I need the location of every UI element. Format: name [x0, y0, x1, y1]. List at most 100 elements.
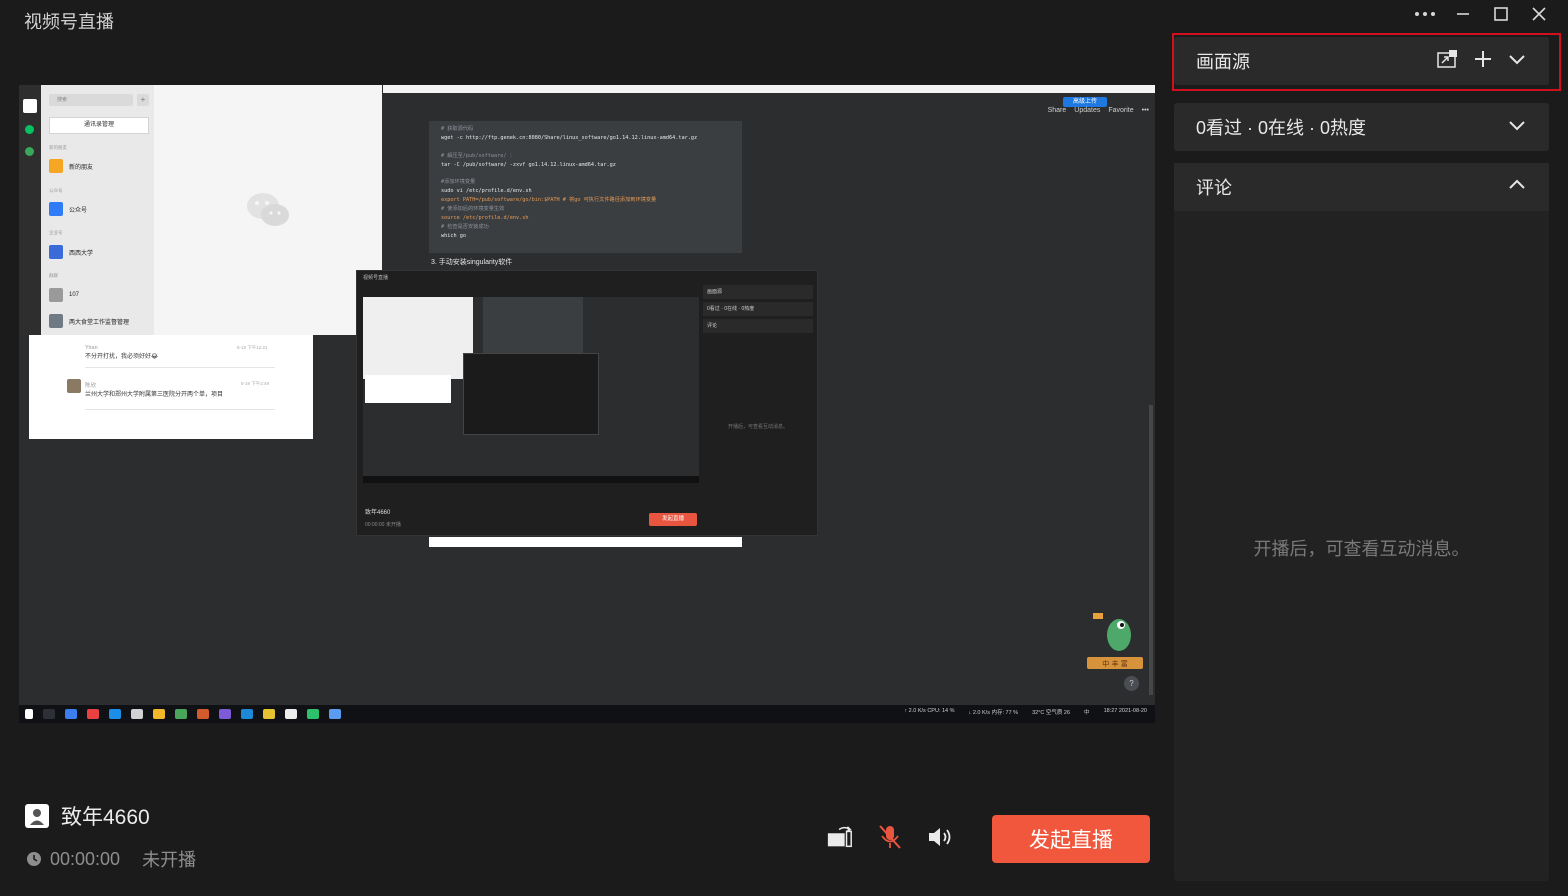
close-button[interactable]	[1520, 2, 1558, 26]
code-line: # 获取源代码	[441, 126, 474, 132]
live-status: 未开播	[142, 850, 197, 870]
add-source-button[interactable]	[1473, 49, 1493, 74]
preview-code-block: # 获取源代码 wget -c http://ftp.genek.cn:8080…	[429, 121, 742, 253]
chat-time: 8-19 下午12:21	[237, 345, 268, 350]
avatar-icon	[30, 809, 44, 825]
wechat-item: 公众号	[49, 202, 87, 216]
source-expand-button[interactable]	[1507, 49, 1527, 74]
wechat-search: 搜索	[49, 94, 133, 106]
preview-wechat-window: 搜索 + 通讯录管理 新的朋友 新的朋友 公众号 公众号 企业号 西西大学 群聊…	[19, 85, 382, 335]
comment-collapse-button[interactable]	[1507, 175, 1527, 200]
code-line: # 检查是否安装成功	[441, 223, 489, 230]
minimize-icon	[1457, 13, 1469, 15]
comment-label: 评论	[1196, 178, 1232, 198]
preview-chat-panel: Yiran 不分开打扰，我必须好好😂 8-19 下午12:21 陈欣 兰州大学和…	[29, 335, 313, 439]
chevron-down-icon	[1509, 54, 1525, 64]
live-preview: 高级上传 Share Updates Favorite ••• # 获取源代码 …	[19, 85, 1155, 723]
plus-icon	[1475, 50, 1491, 67]
preview-ide-actions: Share Updates Favorite •••	[1048, 107, 1149, 114]
nested-title: 视频号直播	[363, 275, 389, 281]
mic-muted-icon	[879, 825, 901, 849]
speaker-icon	[929, 828, 951, 846]
wechat-avatar	[23, 99, 37, 113]
source-panel-header[interactable]: 画面源	[1174, 37, 1549, 85]
wechat-item: 107	[49, 288, 79, 302]
broadcaster-row: 致年4660	[25, 801, 150, 831]
rotate-screen-button[interactable]	[826, 823, 854, 851]
nested-screen	[363, 297, 699, 483]
broadcaster-name: 致年4660	[61, 806, 150, 829]
source-panel: 画面源	[1174, 37, 1549, 85]
chat-time: 8-19 下午2:49	[241, 381, 270, 386]
code-line: wget -c http://ftp.genek.cn:8080/Share/l…	[441, 134, 698, 141]
help-icon: ?	[1124, 676, 1139, 691]
nested-hint: 开播后，可查看互动消息。	[727, 424, 788, 430]
wechat-rail	[19, 85, 41, 335]
source-label: 画面源	[1196, 52, 1250, 72]
taskbar-tray: ↑ 2.0 K/s CPU: 14 % ↓ 2.0 K/s 内存: 77 % 3…	[904, 708, 1147, 716]
speaker-button[interactable]	[926, 823, 954, 851]
minimize-button[interactable]	[1444, 2, 1482, 26]
code-line: # 使添加后的环境变量生效	[441, 206, 505, 213]
popout-source-button[interactable]	[1437, 49, 1459, 74]
chat-message: Yiran 不分开打扰，我必须好好😂	[85, 345, 159, 360]
timer-row: 00:00:00 未开播	[26, 846, 196, 872]
code-line: sudo vi /etc/profile.d/env.sh	[441, 188, 532, 195]
chevron-down-icon	[1509, 120, 1525, 130]
maximize-button[interactable]	[1482, 2, 1520, 26]
window-controls	[1406, 2, 1558, 26]
code-line: export PATH=/pub/software/go/bin:$PATH #…	[441, 197, 657, 204]
wechat-item: 西西大学	[49, 245, 93, 259]
preview-strip	[429, 537, 742, 547]
preview-share-button: 高级上传	[1063, 97, 1107, 107]
clock-icon	[27, 852, 41, 866]
wechat-section: 企业号	[49, 230, 63, 235]
wechat-logo-icon	[247, 193, 289, 226]
chat-message: 陈欣 兰州大学和郑州大学附属第三医院分开两个单，项目	[85, 383, 224, 398]
code-line: tar -C /pub/software/ -zxvf go1.14.12.li…	[441, 161, 616, 168]
svg-text:中 丰 富: 中 丰 富	[1102, 659, 1127, 668]
nested-comment: 评论	[703, 319, 813, 333]
live-controls	[826, 823, 954, 851]
code-line: which go	[441, 232, 466, 239]
wechat-section: 群聊	[49, 273, 58, 278]
preview-nested-window: 视频号直播 画面源 0看过 · 0在线 · 0热度 评论 开播后，可查看互动消息…	[356, 270, 818, 536]
wechat-plus: +	[137, 94, 149, 106]
rotate-screen-icon	[827, 826, 852, 848]
preview-action: •••	[1141, 107, 1149, 114]
nested-stats: 0看过 · 0在线 · 0热度	[703, 302, 813, 316]
comment-panel-header[interactable]: 评论	[1174, 163, 1549, 211]
maximize-icon	[1494, 7, 1508, 21]
comment-panel: 评论 开播后，可查看互动消息。	[1174, 163, 1549, 881]
app-title: 视频号直播	[24, 12, 114, 32]
preview-action: Favorite	[1108, 107, 1134, 114]
wechat-contacts-button: 通讯录管理	[49, 117, 149, 134]
more-button[interactable]	[1406, 2, 1444, 26]
close-icon	[1532, 7, 1546, 21]
preview-action: Share	[1047, 107, 1067, 114]
mascot-icon: 中 丰 富	[1087, 613, 1143, 669]
avatar	[25, 804, 49, 828]
mic-mute-button[interactable]	[876, 823, 904, 851]
code-line: source /etc/profile.d/env.sh	[441, 215, 529, 222]
chat-icon	[25, 125, 34, 134]
wechat-item: 两大食堂工作监督管理	[49, 314, 129, 328]
nested-source: 画面源	[703, 285, 813, 299]
preview-scrollbar	[1149, 405, 1153, 695]
wechat-main	[154, 85, 382, 335]
code-line: # 解压至/pub/software/ ：	[441, 152, 515, 159]
contacts-icon	[25, 147, 34, 156]
stats-panel-header[interactable]: 0看过 · 0在线 · 0热度	[1174, 103, 1549, 151]
nested-start-button: 发起直播	[649, 513, 697, 526]
nested-user: 致年4660	[365, 510, 391, 516]
chat-avatar	[67, 379, 81, 393]
preview-taskbar: ↑ 2.0 K/s CPU: 14 % ↓ 2.0 K/s 内存: 77 % 3…	[19, 705, 1155, 723]
stats-expand-button[interactable]	[1507, 115, 1527, 140]
wechat-list: 搜索 + 通讯录管理 新的朋友 新的朋友 公众号 公众号 企业号 西西大学 群聊…	[41, 85, 154, 335]
wechat-item: 新的朋友	[49, 159, 93, 173]
start-live-button[interactable]: 发起直播	[992, 815, 1150, 863]
more-icon	[1415, 12, 1435, 16]
chevron-up-icon	[1509, 179, 1525, 189]
